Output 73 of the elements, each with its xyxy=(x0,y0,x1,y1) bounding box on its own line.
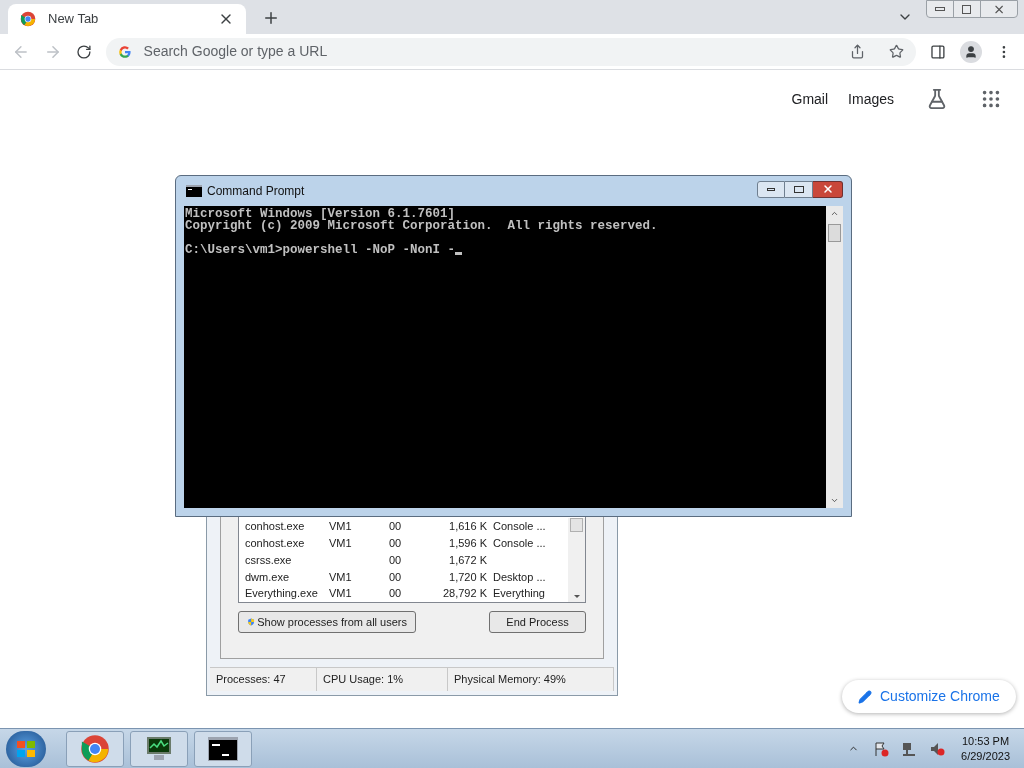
new-tab-icon[interactable] xyxy=(262,9,280,27)
table-cell-text: dwm.exe xyxy=(244,569,291,585)
scrollbar[interactable] xyxy=(568,518,585,602)
table-cell: Everything xyxy=(493,587,545,600)
table-cell: 00 xyxy=(389,553,402,566)
header-link[interactable]: Images xyxy=(848,88,894,110)
table-cell: VM1 xyxy=(329,536,352,549)
bookmark-icon[interactable] xyxy=(889,44,905,59)
table-cell: VM1 xyxy=(329,520,352,533)
status-text: Processes: 47 xyxy=(216,672,286,688)
scrollbar[interactable] xyxy=(826,206,843,508)
address-bar[interactable]: Search Google or type a URL xyxy=(105,37,917,66)
console-line: C:\Users\vm1>powershell -NoP -NonI - xyxy=(185,244,456,256)
tab-title: New Tab xyxy=(48,10,100,29)
pencil-icon xyxy=(858,689,872,704)
scroll-thumb[interactable] xyxy=(570,518,583,532)
browser-tab[interactable]: New Tab xyxy=(8,4,246,34)
clock-time[interactable]: 10:53 PM xyxy=(962,733,1010,749)
scroll-down-icon[interactable] xyxy=(830,496,839,505)
table-cell: 1,672 K xyxy=(449,553,487,566)
table-cell: 1,720 K xyxy=(449,570,487,583)
table-cell: 00 xyxy=(389,570,402,583)
scroll-thumb[interactable] xyxy=(828,224,841,242)
show-all-users-button[interactable]: Show processes from all users xyxy=(238,611,416,633)
table-cell: 1,616 K xyxy=(449,520,487,533)
text-cursor xyxy=(455,252,463,255)
minimize-button[interactable] xyxy=(757,180,785,198)
scroll-up-icon[interactable] xyxy=(830,209,839,218)
table-cell-text: conhost.exe xyxy=(244,535,306,551)
table-cell: 00 xyxy=(389,536,402,549)
table-cell-text: conhost.exe xyxy=(244,519,306,535)
flag-icon[interactable] xyxy=(873,740,890,757)
table-cell: VM1 xyxy=(329,570,352,583)
table-cell: Console ... xyxy=(493,536,546,549)
profile-icon[interactable] xyxy=(960,40,983,63)
table-cell: Console ... xyxy=(493,520,546,533)
table-cell: 1,596 K xyxy=(449,536,487,549)
console-line: Copyright (c) 2009 Microsoft Corporation. All rights reserved. xyxy=(185,220,659,232)
close-icon xyxy=(821,183,834,195)
table-cell: VM1 xyxy=(329,587,352,600)
console-line: Microsoft Windows [Version 6.1.7601] xyxy=(185,208,456,220)
scroll-down-icon[interactable] xyxy=(573,595,580,598)
clock-date[interactable]: 6/29/2023 xyxy=(961,748,1010,764)
table-cell: Desktop ... xyxy=(493,570,546,583)
start-button[interactable] xyxy=(6,730,46,767)
flask-icon[interactable] xyxy=(926,88,948,110)
taskbar-button[interactable] xyxy=(130,730,188,767)
console-icon xyxy=(186,185,202,197)
table-cell: 00 xyxy=(389,520,402,533)
apps-icon[interactable] xyxy=(980,88,1002,110)
taskbar-button[interactable] xyxy=(194,730,252,767)
status-text: CPU Usage: 1% xyxy=(323,672,404,688)
status-text: Physical Memory: 49% xyxy=(454,672,566,688)
monitor-icon xyxy=(144,735,174,762)
chrome-icon xyxy=(80,733,110,764)
end-process-button[interactable]: End Process xyxy=(489,611,586,633)
network-icon[interactable] xyxy=(901,740,918,757)
table-cell-text: csrss.exe xyxy=(244,552,293,568)
console-icon xyxy=(208,736,238,761)
table-cell: 00 xyxy=(389,587,402,600)
windows-logo-icon xyxy=(16,739,36,758)
table-cell-text: Everything.exe xyxy=(244,586,319,602)
close-button[interactable] xyxy=(813,180,843,198)
table-cell: 28,792 K xyxy=(442,587,487,600)
chrome-icon xyxy=(20,11,36,27)
reload-icon[interactable] xyxy=(75,43,92,60)
header-link[interactable]: Gmail xyxy=(791,88,829,110)
google-icon xyxy=(117,44,132,59)
maximize-button[interactable] xyxy=(785,180,813,198)
customize-chrome-button[interactable]: Customize Chrome xyxy=(842,680,1016,713)
side-panel-icon[interactable] xyxy=(930,43,947,60)
window-title: Command Prompt xyxy=(207,183,306,200)
share-icon[interactable] xyxy=(850,44,866,59)
